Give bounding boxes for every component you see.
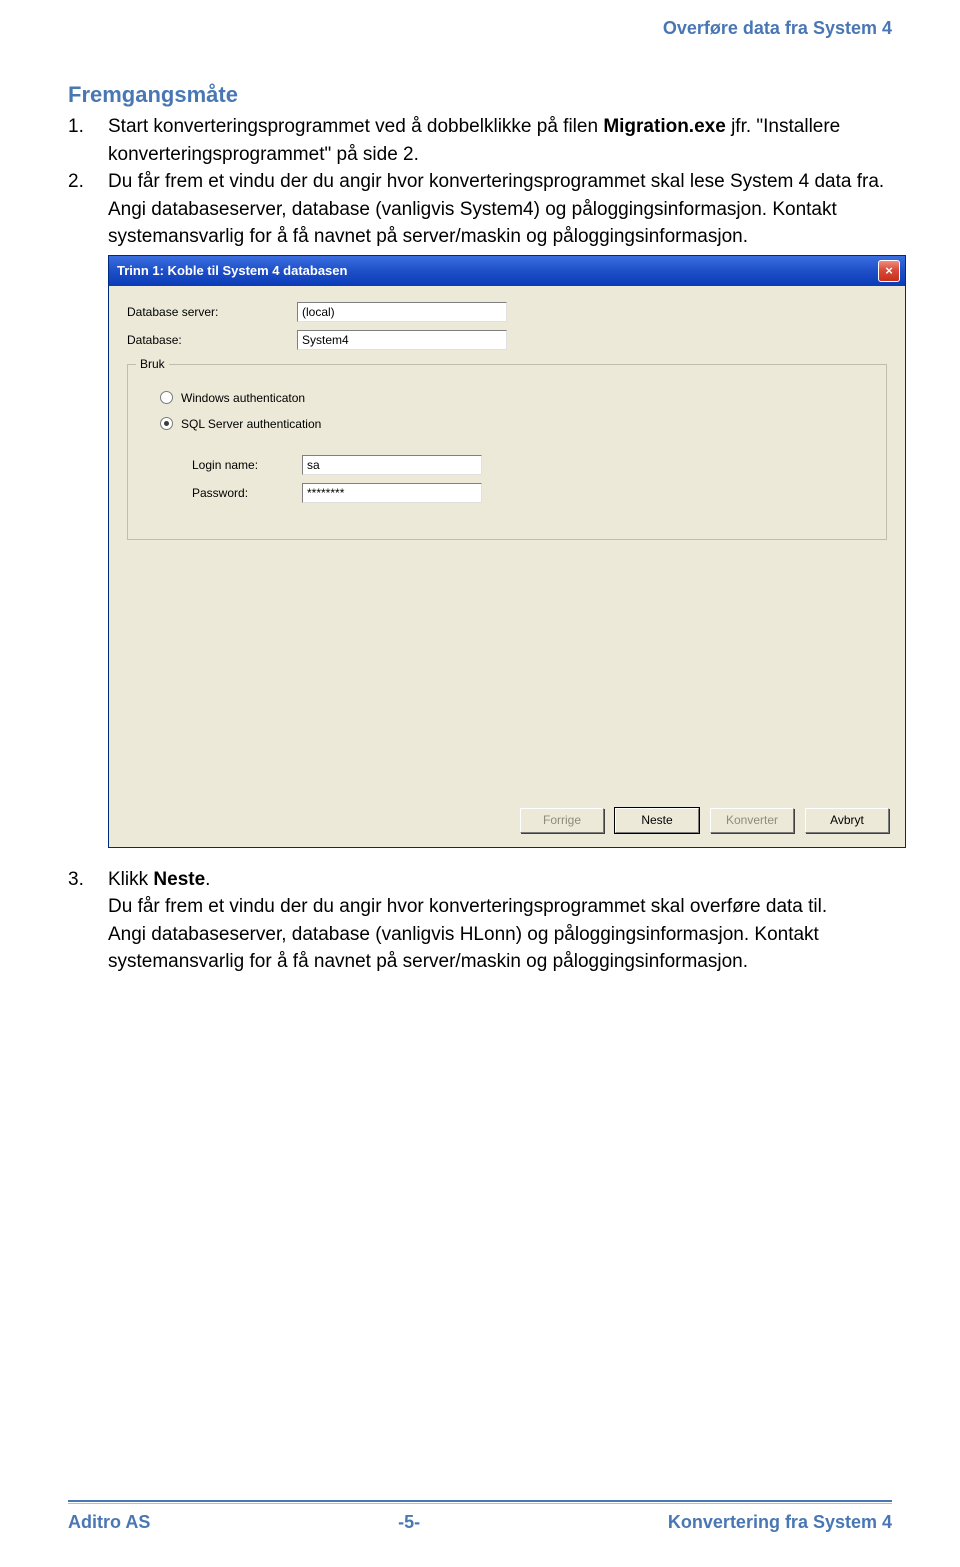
next-button[interactable]: Neste (615, 808, 699, 833)
footer-center: -5- (398, 1512, 420, 1533)
footer-rule (68, 1500, 892, 1504)
step-number: 2. (68, 168, 108, 251)
radio-label: Windows authenticaton (181, 391, 305, 405)
step-text-bold: Neste (153, 869, 205, 890)
fieldset-legend: Bruk (136, 357, 169, 371)
titlebar: Trinn 1: Koble til System 4 databasen × (109, 256, 905, 286)
password-label: Password: (192, 486, 302, 500)
prev-button[interactable]: Forrige (520, 808, 604, 833)
radio-icon (160, 417, 173, 430)
step-3: 3. Klikk Neste. Du får frem et vindu der… (68, 866, 888, 976)
window-title: Trinn 1: Koble til System 4 databasen (117, 263, 347, 278)
page-header: Overføre data fra System 4 (663, 18, 892, 39)
step-number: 1. (68, 113, 108, 168)
step-text-bold: Migration.exe (603, 116, 725, 137)
radio-sql-auth[interactable]: SQL Server authentication (160, 417, 866, 431)
radio-windows-auth[interactable]: Windows authenticaton (160, 391, 866, 405)
password-input[interactable] (302, 483, 482, 503)
footer-left: Aditro AS (68, 1512, 150, 1533)
step-text: Start konverteringsprogrammet ved å dobb… (108, 116, 603, 137)
step-1: 1. Start konverteringsprogrammet ved å d… (68, 113, 888, 168)
step-text: Klikk (108, 869, 153, 890)
step-text: Angi databaseserver, database (vanligvis… (108, 921, 888, 976)
database-label: Database: (127, 333, 297, 347)
radio-label: SQL Server authentication (181, 417, 321, 431)
db-server-label: Database server: (127, 305, 297, 319)
step-text: Du får frem et vindu der du angir hvor k… (108, 168, 888, 196)
footer-right: Konvertering fra System 4 (668, 1512, 892, 1533)
step-text: Angi databaseserver, database (vanligvis… (108, 196, 888, 251)
cancel-button[interactable]: Avbryt (805, 808, 889, 833)
page-footer: Aditro AS -5- Konvertering fra System 4 (68, 1512, 892, 1533)
step-number: 3. (68, 866, 108, 976)
login-input[interactable] (302, 455, 482, 475)
section-heading: Fremgangsmåte (68, 82, 888, 108)
dialog-window: Trinn 1: Koble til System 4 databasen × … (108, 255, 906, 848)
auth-fieldset: Bruk Windows authenticaton SQL Server au… (127, 364, 887, 540)
close-button[interactable]: × (878, 260, 900, 282)
convert-button[interactable]: Konverter (710, 808, 794, 833)
database-input[interactable] (297, 330, 507, 350)
radio-icon (160, 391, 173, 404)
step-text: . (205, 869, 210, 890)
step-text: Du får frem et vindu der du angir hvor k… (108, 893, 888, 921)
db-server-input[interactable] (297, 302, 507, 322)
close-icon: × (885, 263, 893, 278)
login-label: Login name: (192, 458, 302, 472)
step-2: 2. Du får frem et vindu der du angir hvo… (68, 168, 888, 251)
